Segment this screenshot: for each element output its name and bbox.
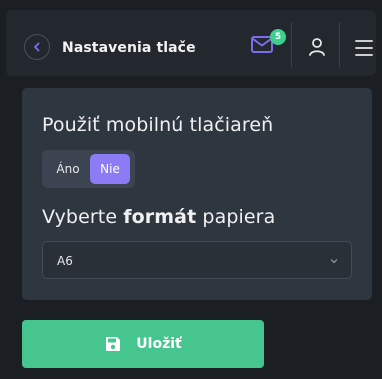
app-frame: Nastavenia tlače 5 Použiť mobilnú tlačia… xyxy=(0,0,382,379)
save-button-label: Uložiť xyxy=(136,336,182,352)
user-button[interactable] xyxy=(306,36,328,58)
app-header: Nastavenia tlače 5 xyxy=(6,10,376,76)
header-divider xyxy=(291,22,292,68)
mobile-printer-toggle: Áno Nie xyxy=(42,150,135,188)
paper-format-select[interactable]: A6 xyxy=(42,241,352,279)
mobile-printer-label: Použiť mobilnú tlačiareň xyxy=(42,114,274,136)
menu-icon xyxy=(355,40,373,56)
paper-format-label-prefix: Vyberte xyxy=(42,206,124,228)
chevron-down-icon xyxy=(330,259,338,264)
back-button[interactable] xyxy=(24,34,50,60)
toggle-option-no[interactable]: Nie xyxy=(90,154,130,184)
paper-format-value: A6 xyxy=(57,254,73,268)
toggle-option-yes[interactable]: Áno xyxy=(46,154,90,184)
save-button[interactable]: Uložiť xyxy=(22,320,264,368)
header-divider xyxy=(339,22,340,68)
chevron-left-icon xyxy=(34,42,40,52)
notification-badge: 5 xyxy=(270,29,286,45)
page-title: Nastavenia tlače xyxy=(62,40,196,56)
menu-button[interactable] xyxy=(354,38,374,58)
mail-button[interactable]: 5 xyxy=(250,29,286,62)
user-icon xyxy=(309,38,325,56)
floppy-disk-icon xyxy=(106,337,121,351)
paper-format-label: Vyberte formát papiera xyxy=(42,206,275,228)
paper-format-label-bold: formát xyxy=(123,206,197,228)
paper-format-label-suffix: papiera xyxy=(196,206,276,228)
print-settings-card: Použiť mobilnú tlačiareň Áno Nie Vyberte… xyxy=(22,88,372,300)
